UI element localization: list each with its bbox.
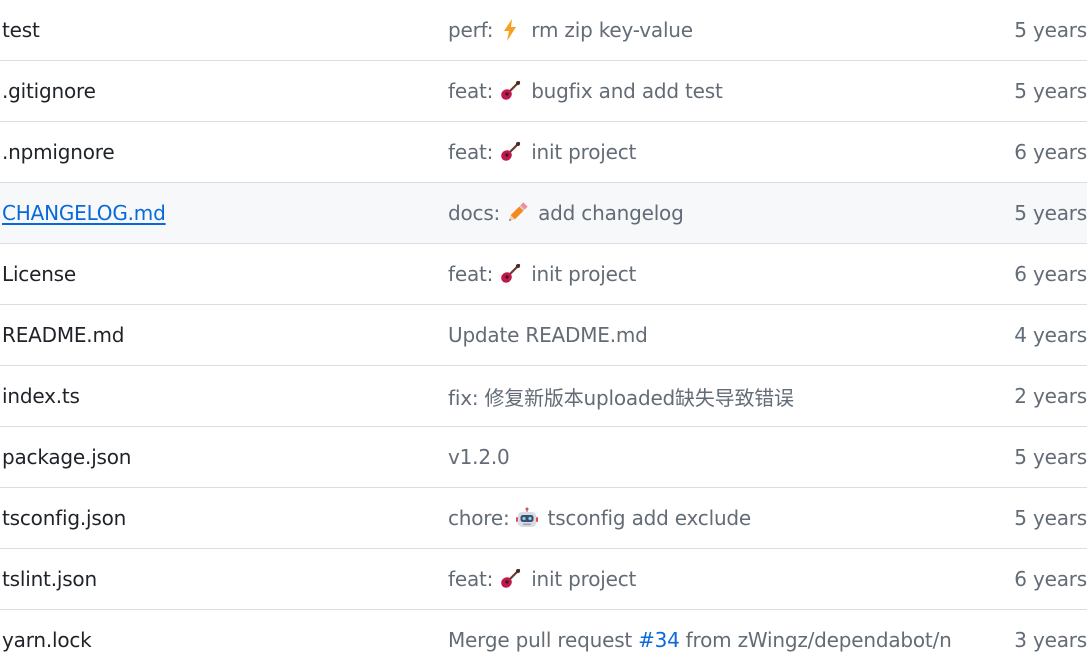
commit-text: init project	[531, 262, 637, 286]
commit-age: 5 years	[1014, 445, 1087, 469]
commit-text: v1.2.0	[448, 445, 510, 469]
guitar-icon	[499, 263, 521, 285]
commit-text: init project	[531, 567, 637, 591]
file-name-link[interactable]: .npmignore	[2, 140, 115, 164]
file-row[interactable]: tsconfig.json chore: tsconfig add exclud…	[0, 488, 1087, 549]
commit-text: rm zip key-value	[531, 18, 693, 42]
commit-age: 5 years	[1014, 506, 1087, 530]
commit-age: 3 years	[1014, 628, 1087, 652]
commit-age: 6 years	[1014, 567, 1087, 591]
commit-age: 6 years	[1014, 140, 1087, 164]
commit-text: add changelog	[538, 201, 684, 225]
commit-text: init project	[531, 140, 637, 164]
commit-text: bugfix and add test	[531, 79, 723, 103]
file-name-link[interactable]: yarn.lock	[2, 628, 92, 652]
file-name-link[interactable]: tsconfig.json	[2, 506, 126, 530]
commit-message[interactable]: Merge pull request #34 from zWingz/depen…	[448, 628, 953, 652]
commit-prefix: feat:	[448, 567, 494, 591]
commit-message[interactable]: perf: rm zip key-value	[448, 18, 693, 42]
file-row[interactable]: README.md Update README.md 4 years	[0, 305, 1087, 366]
commit-text: tsconfig add exclude	[547, 506, 752, 530]
commit-age: 5 years	[1014, 201, 1087, 225]
file-row[interactable]: test perf: rm zip key-value 5 years	[0, 0, 1087, 61]
guitar-icon	[499, 80, 521, 102]
commit-prefix: feat:	[448, 262, 494, 286]
commit-message[interactable]: fix: 修复新版本uploaded缺失导致错误	[448, 382, 794, 411]
commit-text: fix: 修复新版本uploaded缺失导致错误	[448, 385, 794, 410]
file-row[interactable]: tslint.json feat: init project 6 years	[0, 549, 1087, 610]
file-row[interactable]: yarn.lock Merge pull request #34 from zW…	[0, 610, 1087, 670]
zap-icon	[499, 19, 521, 41]
commit-prefix: chore:	[448, 506, 510, 530]
guitar-icon	[499, 568, 521, 590]
file-row[interactable]: CHANGELOG.md docs: add changelog 5 years	[0, 183, 1087, 244]
commit-message[interactable]: feat: init project	[448, 140, 636, 164]
commit-message[interactable]: v1.2.0	[448, 445, 510, 469]
file-name-link[interactable]: CHANGELOG.md	[2, 201, 166, 225]
commit-age: 6 years	[1014, 262, 1087, 286]
commit-prefix: docs:	[448, 201, 501, 225]
commit-text: from zWingz/dependabot/n...	[685, 628, 953, 652]
file-name-link[interactable]: .gitignore	[2, 79, 96, 103]
file-row[interactable]: License feat: init project 6 years	[0, 244, 1087, 305]
file-row[interactable]: .npmignore feat: init project 6 years	[0, 122, 1087, 183]
commit-age: 5 years	[1014, 18, 1087, 42]
file-name-link[interactable]: package.json	[2, 445, 131, 469]
file-row[interactable]: index.ts fix: 修复新版本uploaded缺失导致错误 2 year…	[0, 366, 1087, 427]
commit-message[interactable]: Update README.md	[448, 323, 648, 347]
file-name-link[interactable]: License	[2, 262, 76, 286]
commit-age: 2 years	[1014, 384, 1087, 408]
commit-prefix: perf:	[448, 18, 494, 42]
pencil-icon	[506, 202, 528, 224]
guitar-icon	[499, 141, 521, 163]
commit-prefix: feat:	[448, 140, 494, 164]
commit-prefix: feat:	[448, 79, 494, 103]
commit-prefix: Merge pull request	[448, 628, 633, 652]
commit-age: 4 years	[1014, 323, 1087, 347]
commit-age: 5 years	[1014, 79, 1087, 103]
commit-message[interactable]: feat: bugfix and add test	[448, 79, 723, 103]
file-name-link[interactable]: README.md	[2, 323, 124, 347]
robot-icon	[515, 507, 538, 529]
commit-message[interactable]: docs: add changelog	[448, 201, 684, 225]
file-row[interactable]: .gitignore feat: bugfix and add test 5 y…	[0, 61, 1087, 122]
file-name-link[interactable]: tslint.json	[2, 567, 97, 591]
file-list: test perf: rm zip key-value 5 years .git…	[0, 0, 1087, 670]
file-name-link[interactable]: test	[2, 18, 40, 42]
commit-message[interactable]: feat: init project	[448, 567, 636, 591]
file-name-link[interactable]: index.ts	[2, 384, 80, 408]
commit-text: Update README.md	[448, 323, 648, 347]
file-row[interactable]: package.json v1.2.0 5 years	[0, 427, 1087, 488]
commit-message[interactable]: feat: init project	[448, 262, 636, 286]
pull-request-link[interactable]: #34	[638, 628, 680, 652]
commit-message[interactable]: chore: tsconfig add exclude	[448, 506, 751, 530]
